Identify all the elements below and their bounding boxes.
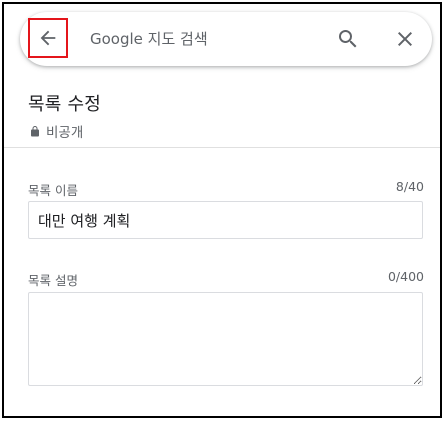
page-title: 목록 수정: [28, 94, 101, 115]
privacy-status: 비공개: [29, 121, 83, 141]
edit-list-panel: 목록 수정 비공개 목록 이름 8/40 목록 설명 0/400: [2, 2, 442, 418]
list-description-input[interactable]: [28, 292, 423, 386]
lock-icon: [29, 125, 41, 138]
close-button[interactable]: [391, 25, 419, 53]
back-button[interactable]: [28, 18, 68, 58]
close-icon: [398, 32, 412, 46]
divider: [4, 147, 440, 148]
privacy-label: 비공개: [46, 125, 84, 141]
list-description-label: 목록 설명: [28, 273, 78, 288]
list-name-label: 목록 이름: [28, 183, 78, 198]
search-button[interactable]: [334, 25, 362, 53]
search-bar: [20, 12, 432, 66]
list-name-input[interactable]: [28, 201, 423, 239]
search-input[interactable]: [90, 26, 310, 52]
search-icon: [339, 30, 357, 48]
arrow-back-icon: [40, 30, 56, 46]
list-description-char-count: 0/400: [387, 269, 424, 284]
list-name-char-count: 8/40: [395, 179, 424, 194]
